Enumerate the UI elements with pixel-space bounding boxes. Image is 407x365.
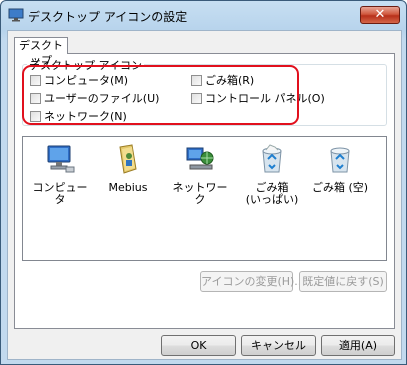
icon-label: コンピュータ (32, 181, 88, 206)
icon-item-recycle-bin-full[interactable]: ごみ箱 (いっぱい) (243, 143, 301, 206)
icon-item-network[interactable]: ネットワーク (171, 143, 229, 206)
window-title: デスクトップ アイコンの設定 (28, 10, 188, 24)
dialog-window: デスクトップ アイコンの設定 ✕ デスクトップ デスクトップ アイコン コンピュ… (0, 0, 407, 365)
icon-label: ごみ箱 (空) (311, 181, 369, 194)
change-icon-button[interactable]: アイコンの変更(H)... (200, 271, 305, 292)
icon-list[interactable]: コンピュータ Mebius ネットワーク ごみ箱 (いっぱい) ごみ箱 (空) (22, 136, 387, 261)
icon-label: Mebius (108, 181, 148, 194)
cancel-button[interactable]: キャンセル (241, 335, 316, 356)
icon-item-computer[interactable]: コンピュータ (31, 143, 89, 206)
desktop-settings-icon (8, 8, 24, 22)
restore-default-button[interactable]: 既定値に戻す(S) (299, 271, 387, 292)
apply-button[interactable]: 適用(A) (321, 335, 395, 356)
ok-button[interactable]: OK (161, 335, 236, 356)
user-folder-icon (119, 144, 137, 174)
icon-item-recycle-bin-empty[interactable]: ごみ箱 (空) (311, 143, 369, 194)
computer-icon (47, 145, 75, 173)
recycle-bin-full-icon (262, 144, 282, 173)
icon-item-user-files[interactable]: Mebius (99, 143, 157, 194)
title-bar[interactable]: デスクトップ アイコンの設定 ✕ (1, 1, 406, 29)
icon-label: ネットワーク (172, 181, 228, 206)
tab-desktop[interactable]: デスクトップ (14, 37, 68, 67)
close-icon: ✕ (374, 7, 386, 22)
close-button[interactable]: ✕ (360, 6, 400, 24)
network-icon (186, 147, 214, 170)
checkbox-highlight-annotation (22, 65, 299, 125)
icon-label: ごみ箱 (いっぱい) (245, 181, 299, 206)
recycle-bin-empty-icon (330, 147, 350, 173)
